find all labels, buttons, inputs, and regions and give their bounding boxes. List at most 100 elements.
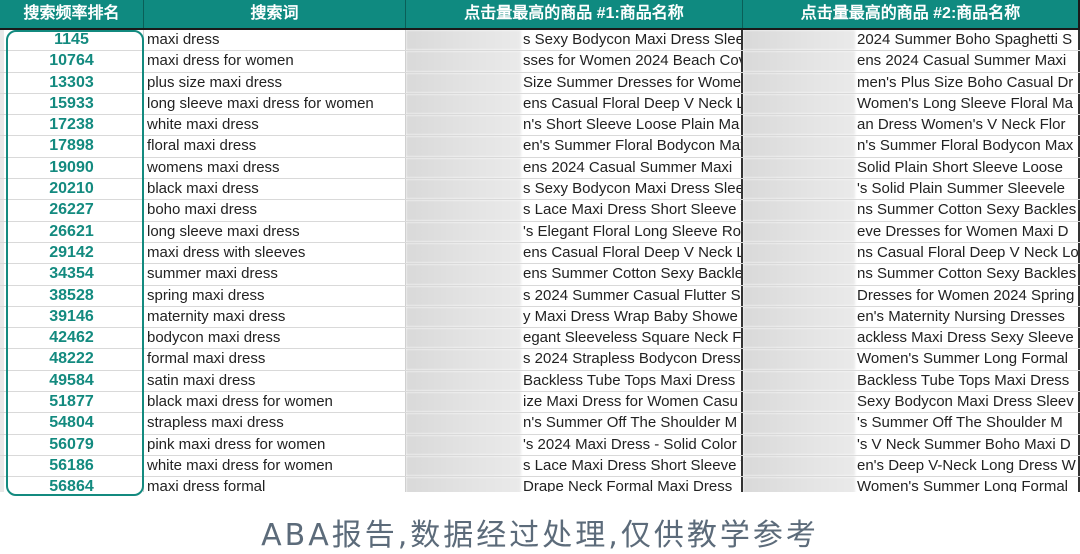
- product-2-cell[interactable]: Women's Summer Long Formal: [743, 349, 1080, 370]
- product-1-cell[interactable]: ens Casual Floral Deep V Neck Lo: [406, 242, 743, 264]
- table-row[interactable]: 39146 maternity maxi dress y Maxi Dress Wr…: [0, 306, 1080, 329]
- product-1-cell[interactable]: 's Elegant Floral Long Sleeve Ro: [406, 221, 743, 242]
- product-1-cell[interactable]: n's Summer Off The Shoulder M: [406, 413, 743, 434]
- product-2-cell[interactable]: 2024 Summer Boho Spaghetti S: [743, 30, 1080, 51]
- table-row[interactable]: 17238 white maxi dress n's Short Sleeve Lo…: [0, 115, 1080, 137]
- rank-cell[interactable]: 26621: [0, 221, 144, 242]
- table-row[interactable]: 15933 long sleeve maxi dress for women ens…: [0, 93, 1080, 116]
- table-row[interactable]: 1145 maxi dress s Sexy Bodycon Maxi Dress …: [0, 30, 1080, 52]
- product-2-cell[interactable]: en's Maternity Nursing Dresses: [743, 306, 1080, 328]
- product-2-cell[interactable]: Solid Plain Short Sleeve Loose: [743, 157, 1080, 179]
- keyword-cell[interactable]: bodycon maxi dress: [144, 328, 406, 349]
- table-row[interactable]: 13303 plus size maxi dress Size Summer Dre…: [0, 72, 1080, 94]
- rank-cell[interactable]: 39146: [0, 306, 144, 328]
- rank-cell[interactable]: 26227: [0, 200, 144, 221]
- table-row[interactable]: 49584 satin maxi dress Backless Tube Tops …: [0, 370, 1080, 393]
- rank-cell[interactable]: 42462: [0, 328, 144, 349]
- product-1-cell[interactable]: ens Casual Floral Deep V Neck Lo: [406, 93, 743, 115]
- rank-cell[interactable]: 15933: [0, 93, 144, 115]
- table-row[interactable]: 20210 black maxi dress s Sexy Bodycon Maxi…: [0, 179, 1080, 201]
- product-2-cell[interactable]: eve Dresses for Women Maxi D: [743, 221, 1080, 242]
- product-1-cell[interactable]: s Lace Maxi Dress Short Sleeve W: [406, 200, 743, 221]
- keyword-cell[interactable]: satin maxi dress: [144, 370, 406, 392]
- table-row[interactable]: 56079 pink maxi dress for women 's 2024 Ma…: [0, 434, 1080, 456]
- rank-cell[interactable]: 38528: [0, 285, 144, 306]
- keyword-cell[interactable]: long sleeve maxi dress: [144, 221, 406, 242]
- rank-cell[interactable]: 17898: [0, 136, 144, 157]
- rank-cell[interactable]: 29142: [0, 242, 144, 264]
- rank-cell[interactable]: 10764: [0, 51, 144, 72]
- product-2-cell[interactable]: Women's Long Sleeve Floral Ma: [743, 93, 1080, 115]
- product-1-cell[interactable]: ize Maxi Dress for Women Casu: [406, 392, 743, 413]
- table-row[interactable]: 10764 maxi dress for women sses for Women …: [0, 51, 1080, 73]
- product-2-cell[interactable]: ackless Maxi Dress Sexy Sleeve: [743, 328, 1080, 349]
- rank-cell[interactable]: 51877: [0, 392, 144, 413]
- product-2-cell[interactable]: Dresses for Women 2024 Spring: [743, 285, 1080, 306]
- keyword-cell[interactable]: black maxi dress for women: [144, 392, 406, 413]
- table-row[interactable]: 26621 long sleeve maxi dress 's Elegant Fl…: [0, 221, 1080, 243]
- rank-cell[interactable]: 48222: [0, 349, 144, 370]
- product-2-cell[interactable]: n's Summer Floral Bodycon Max: [743, 136, 1080, 157]
- product-1-cell[interactable]: n's Short Sleeve Loose Plain Ma: [406, 115, 743, 136]
- rank-cell[interactable]: 56864: [0, 477, 144, 492]
- table-row[interactable]: 51877 black maxi dress for women ize Maxi …: [0, 392, 1080, 414]
- rank-cell[interactable]: 56079: [0, 434, 144, 455]
- product-2-cell[interactable]: 's Summer Off The Shoulder M: [743, 413, 1080, 434]
- product-1-cell[interactable]: s Sexy Bodycon Maxi Dress Sleev: [406, 179, 743, 200]
- product-1-cell[interactable]: en's Summer Floral Bodycon Max: [406, 136, 743, 157]
- keyword-cell[interactable]: black maxi dress: [144, 179, 406, 200]
- keyword-cell[interactable]: maternity maxi dress: [144, 306, 406, 328]
- rank-cell[interactable]: 17238: [0, 115, 144, 136]
- keyword-cell[interactable]: maxi dress with sleeves: [144, 242, 406, 264]
- table-row[interactable]: 48222 formal maxi dress s 2024 Strapless B…: [0, 349, 1080, 371]
- table-row[interactable]: 26227 boho maxi dress s Lace Maxi Dress Sh…: [0, 200, 1080, 222]
- product-1-cell[interactable]: y Maxi Dress Wrap Baby Showe: [406, 306, 743, 328]
- product-2-cell[interactable]: ens 2024 Casual Summer Maxi: [743, 51, 1080, 72]
- keyword-cell[interactable]: spring maxi dress: [144, 285, 406, 306]
- keyword-cell[interactable]: white maxi dress for women: [144, 455, 406, 477]
- product-1-cell[interactable]: s 2024 Summer Casual Flutter Sh: [406, 285, 743, 306]
- header-top-product-1[interactable]: 点击量最高的商品 #1:商品名称: [406, 0, 743, 28]
- product-1-cell[interactable]: ens 2024 Casual Summer Maxi: [406, 157, 743, 179]
- product-2-cell[interactable]: Backless Tube Tops Maxi Dress: [743, 370, 1080, 392]
- keyword-cell[interactable]: formal maxi dress: [144, 349, 406, 370]
- rank-cell[interactable]: 34354: [0, 264, 144, 285]
- product-1-cell[interactable]: s Lace Maxi Dress Short Sleeve W: [406, 455, 743, 477]
- rank-cell[interactable]: 20210: [0, 179, 144, 200]
- rank-cell[interactable]: 54804: [0, 413, 144, 434]
- table-row[interactable]: 54804 strapless maxi dress n's Summer Off …: [0, 413, 1080, 435]
- product-2-cell[interactable]: ns Summer Cotton Sexy Backles: [743, 200, 1080, 221]
- table-row[interactable]: 34354 summer maxi dress ens Summer Cotton …: [0, 264, 1080, 286]
- table-row[interactable]: 29142 maxi dress with sleeves ens Casual F…: [0, 242, 1080, 265]
- keyword-cell[interactable]: white maxi dress: [144, 115, 406, 136]
- product-2-cell[interactable]: Sexy Bodycon Maxi Dress Sleev: [743, 392, 1080, 413]
- table-row[interactable]: 42462 bodycon maxi dress egant Sleeveless …: [0, 328, 1080, 350]
- product-1-cell[interactable]: 's 2024 Maxi Dress - Solid Color: [406, 434, 743, 455]
- keyword-cell[interactable]: boho maxi dress: [144, 200, 406, 221]
- product-1-cell[interactable]: s 2024 Strapless Bodycon Dress: [406, 349, 743, 370]
- product-2-cell[interactable]: 's V Neck Summer Boho Maxi D: [743, 434, 1080, 455]
- keyword-cell[interactable]: long sleeve maxi dress for women: [144, 93, 406, 115]
- product-1-cell[interactable]: egant Sleeveless Square Neck F: [406, 328, 743, 349]
- rank-cell[interactable]: 49584: [0, 370, 144, 392]
- keyword-cell[interactable]: plus size maxi dress: [144, 72, 406, 93]
- product-1-cell[interactable]: Drape Neck Formal Maxi Dress: [406, 477, 743, 492]
- keyword-cell[interactable]: floral maxi dress: [144, 136, 406, 157]
- product-2-cell[interactable]: 's Solid Plain Summer Sleevele: [743, 179, 1080, 200]
- product-2-cell[interactable]: ns Casual Floral Deep V Neck Lo: [743, 242, 1080, 264]
- header-top-product-2[interactable]: 点击量最高的商品 #2:商品名称: [743, 0, 1080, 28]
- keyword-cell[interactable]: maxi dress for women: [144, 51, 406, 72]
- table-row[interactable]: 56864 maxi dress formal Drape Neck Formal …: [0, 477, 1080, 492]
- table-row[interactable]: 19090 womens maxi dress ens 2024 Casual Su…: [0, 157, 1080, 180]
- rank-cell[interactable]: 13303: [0, 72, 144, 93]
- keyword-cell[interactable]: pink maxi dress for women: [144, 434, 406, 455]
- product-2-cell[interactable]: ns Summer Cotton Sexy Backles: [743, 264, 1080, 285]
- table-row[interactable]: 56186 white maxi dress for women s Lace Ma…: [0, 455, 1080, 478]
- product-1-cell[interactable]: Size Summer Dresses for Wome: [406, 72, 743, 93]
- keyword-cell[interactable]: summer maxi dress: [144, 264, 406, 285]
- keyword-cell[interactable]: strapless maxi dress: [144, 413, 406, 434]
- header-search-term[interactable]: 搜索词: [144, 0, 406, 28]
- product-1-cell[interactable]: Backless Tube Tops Maxi Dress: [406, 370, 743, 392]
- product-1-cell[interactable]: s Sexy Bodycon Maxi Dress Sleev: [406, 30, 743, 51]
- product-2-cell[interactable]: en's Deep V-Neck Long Dress W: [743, 455, 1080, 477]
